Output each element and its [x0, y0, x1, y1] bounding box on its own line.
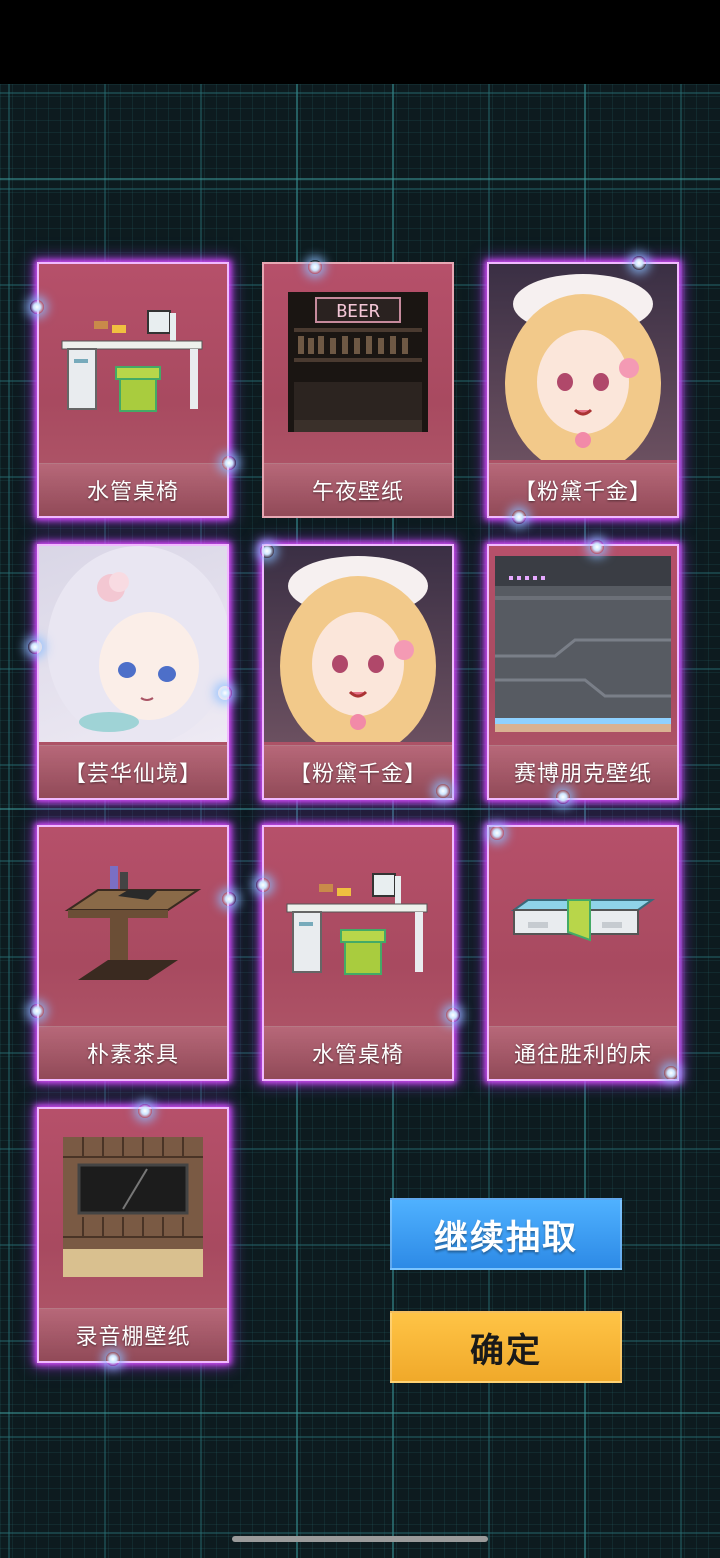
reward-card-pipe-desk[interactable]: 水管桌椅 — [37, 262, 229, 518]
card-label: 水管桌椅 — [264, 1026, 452, 1079]
blonde-maid-portrait — [264, 546, 452, 742]
sparkle-effect — [30, 1004, 44, 1018]
reward-card-pink-lady-2[interactable]: 【粉黛千金】 — [262, 544, 454, 800]
blonde-maid-portrait — [489, 264, 677, 460]
pipe-desk-icon — [39, 264, 227, 460]
confirm-button[interactable]: 确定 — [390, 1311, 622, 1383]
sparkle-effect — [28, 640, 42, 654]
beer-sign: BEER — [336, 301, 380, 322]
sparkle-effect — [308, 260, 322, 274]
card-label: 【粉黛千金】 — [264, 745, 452, 798]
card-label: 赛博朋克壁纸 — [489, 745, 677, 798]
sparkle-effect — [222, 456, 236, 470]
card-label: 录音棚壁纸 — [39, 1308, 227, 1361]
card-label: 水管桌椅 — [39, 463, 227, 516]
sparkle-effect — [30, 300, 44, 314]
pipe-desk-icon — [264, 827, 452, 1023]
card-label: 通往胜利的床 — [489, 1026, 677, 1079]
reward-card-victory-bed[interactable]: 通往胜利的床 — [487, 825, 679, 1081]
reward-card-pipe-desk-2[interactable]: 水管桌椅 — [262, 825, 454, 1081]
cyber-wallpaper-icon — [489, 546, 677, 742]
card-label: 朴素茶具 — [39, 1026, 227, 1079]
reward-card-cloud-wonderland[interactable]: 【芸华仙境】 — [37, 544, 229, 800]
sparkle-effect — [446, 1008, 460, 1022]
grid-line — [0, 1412, 720, 1414]
sparkle-effect — [556, 790, 570, 804]
reward-card-pink-lady[interactable]: 【粉黛千金】 — [487, 262, 679, 518]
sparkle-effect — [632, 256, 646, 270]
tea-table-icon — [39, 827, 227, 1023]
grid-line — [0, 808, 720, 810]
reward-card-cyberpunk-wallpaper[interactable]: 赛博朋克壁纸 — [487, 544, 679, 800]
grid-line — [0, 178, 720, 180]
card-label: 【芸华仙境】 — [39, 745, 227, 798]
continue-draw-button[interactable]: 继续抽取 — [390, 1198, 622, 1270]
studio-wallpaper-icon — [39, 1109, 227, 1305]
sparkle-effect — [590, 540, 604, 554]
sparkle-effect — [664, 1066, 678, 1080]
reward-card-midnight-wallpaper[interactable]: BEER 午夜壁纸 — [262, 262, 454, 518]
sparkle-effect — [256, 878, 270, 892]
card-label: 午夜壁纸 — [264, 463, 452, 516]
card-label: 【粉黛千金】 — [489, 463, 677, 516]
sparkle-effect — [490, 826, 504, 840]
reward-card-studio-wallpaper[interactable]: 录音棚壁纸 — [37, 1107, 229, 1363]
sparkle-effect — [218, 686, 232, 700]
sparkle-effect — [138, 1104, 152, 1118]
sparkle-effect — [260, 544, 274, 558]
home-indicator[interactable] — [232, 1536, 488, 1542]
silver-hair-portrait — [39, 546, 227, 742]
status-bar — [0, 0, 720, 84]
sparkle-effect — [512, 510, 526, 524]
sparkle-effect — [436, 784, 450, 798]
bar-wallpaper-icon: BEER — [264, 264, 452, 460]
bed-icon — [489, 827, 677, 1023]
sparkle-effect — [222, 892, 236, 906]
sparkle-effect — [106, 1352, 120, 1366]
reward-card-simple-tea-set[interactable]: 朴素茶具 — [37, 825, 229, 1081]
